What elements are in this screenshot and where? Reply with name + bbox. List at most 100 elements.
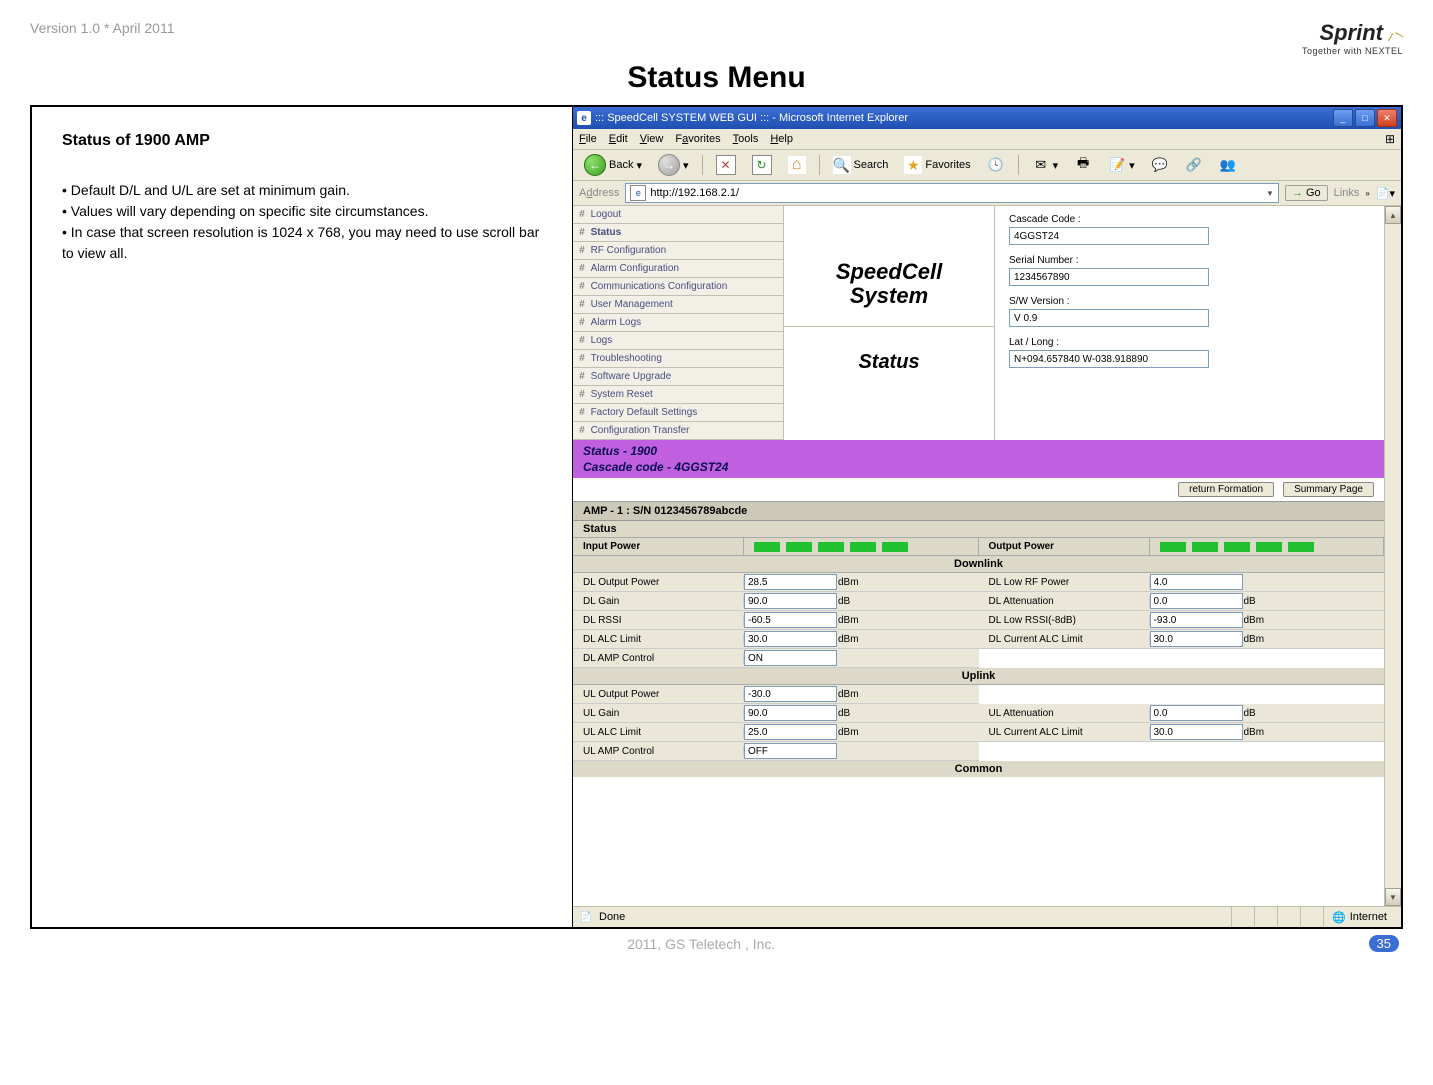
nav-logs[interactable]: #Logs <box>573 332 783 350</box>
output-power-label: Output Power <box>979 538 1150 555</box>
latlong-input[interactable] <box>1009 350 1209 368</box>
ie-icon: e <box>577 111 591 125</box>
menu-view[interactable]: View <box>640 133 664 145</box>
dl-left-input-4[interactable] <box>744 650 837 666</box>
close-button[interactable]: ✕ <box>1377 109 1397 127</box>
forward-button[interactable]: → ▾ <box>653 153 694 177</box>
links-label[interactable]: Links <box>1334 187 1360 199</box>
address-input[interactable]: e http://192.168.2.1/ ▼ <box>625 183 1279 203</box>
summary-page-button[interactable]: Summary Page <box>1283 482 1374 497</box>
nav-rf-config[interactable]: #RF Configuration <box>573 242 783 260</box>
messenger-button[interactable]: 👥 <box>1214 153 1242 177</box>
scroll-up-icon[interactable]: ▲ <box>1385 206 1401 224</box>
dl-left-unit-2: dBm <box>834 615 876 626</box>
minimize-button[interactable]: _ <box>1333 109 1353 127</box>
research-button[interactable]: 🔗 <box>1180 153 1208 177</box>
ul-left-row-3: UL AMP Control <box>573 742 979 761</box>
dl-right-label-2: DL Low RSSI(-8dB) <box>979 615 1150 626</box>
dl-right-input-3[interactable] <box>1150 631 1243 647</box>
dl-right-label-3: DL Current ALC Limit <box>979 634 1150 645</box>
nav-alarm-config[interactable]: #Alarm Configuration <box>573 260 783 278</box>
dl-left-row-0: DL Output PowerdBm <box>573 573 979 592</box>
page-title: Status Menu <box>30 61 1403 95</box>
serial-input[interactable] <box>1009 268 1209 286</box>
ul-left-input-2[interactable] <box>744 724 837 740</box>
ul-left-input-3[interactable] <box>744 743 837 759</box>
nav-alarm-logs[interactable]: #Alarm Logs <box>573 314 783 332</box>
latlong-label: Lat / Long : <box>1009 337 1370 348</box>
nav-comm-config[interactable]: #Communications Configuration <box>573 278 783 296</box>
ul-right-label-1: UL Attenuation <box>979 708 1150 719</box>
nav-factory-default[interactable]: #Factory Default Settings <box>573 404 783 422</box>
toolbar: ←Back ▾ → ▾ ✕ ↻ ⌂ 🔍Search ★Favorites 🕓 ✉… <box>573 150 1401 181</box>
ul-right-unit-2: dBm <box>1240 727 1282 738</box>
dl-right-input-0[interactable] <box>1150 574 1243 590</box>
scroll-down-icon[interactable]: ▼ <box>1385 888 1401 906</box>
maximize-button[interactable]: □ <box>1355 109 1375 127</box>
dl-left-label-0: DL Output Power <box>573 577 744 588</box>
dl-left-unit-1: dB <box>834 596 876 607</box>
home-button[interactable]: ⌂ <box>783 153 811 177</box>
address-dropdown-icon[interactable]: ▼ <box>1266 189 1274 198</box>
menu-file[interactable]: File <box>579 133 597 145</box>
dl-left-input-1[interactable] <box>744 593 837 609</box>
nav-troubleshoot[interactable]: #Troubleshooting <box>573 350 783 368</box>
status-subheader: Status <box>573 521 1384 538</box>
dl-left-input-0[interactable] <box>744 574 837 590</box>
sw-label: S/W Version : <box>1009 296 1370 307</box>
links-expand-icon[interactable]: » <box>1365 189 1369 198</box>
amp-header: AMP - 1 : S/N 0123456789abcde <box>573 501 1384 521</box>
print-button[interactable]: 🖶 <box>1069 153 1097 177</box>
search-button[interactable]: 🔍Search <box>828 153 894 177</box>
discuss-button[interactable]: 💬 <box>1146 153 1174 177</box>
ul-right-input-1[interactable] <box>1150 705 1243 721</box>
ul-right-input-2[interactable] <box>1150 724 1243 740</box>
nav-status[interactable]: #Status <box>573 224 783 242</box>
back-button[interactable]: ←Back ▾ <box>579 153 647 177</box>
serial-label: Serial Number : <box>1009 255 1370 266</box>
return-formation-button[interactable]: return Formation <box>1178 482 1274 497</box>
product-name: SpeedCellSystem <box>836 248 942 326</box>
popup-icon[interactable]: 📄▾ <box>1376 187 1395 200</box>
favorites-button[interactable]: ★Favorites <box>899 153 975 177</box>
menu-help[interactable]: Help <box>770 133 793 145</box>
uplink-title: Uplink <box>573 668 1384 685</box>
ul-right-label-2: UL Current ALC Limit <box>979 727 1150 738</box>
refresh-button[interactable]: ↻ <box>747 153 777 177</box>
edit-button[interactable]: 📝▾ <box>1103 153 1140 177</box>
page-label: Status <box>784 326 994 398</box>
status-bar: 📄 Done 🌐Internet <box>573 906 1401 927</box>
menu-tools[interactable]: Tools <box>733 133 759 145</box>
stop-button[interactable]: ✕ <box>711 153 741 177</box>
dl-left-label-4: DL AMP Control <box>573 653 744 664</box>
ul-left-input-0[interactable] <box>744 686 837 702</box>
sw-input[interactable] <box>1009 309 1209 327</box>
nav-sys-reset[interactable]: #System Reset <box>573 386 783 404</box>
window-titlebar: e ::: SpeedCell SYSTEM WEB GUI ::: - Mic… <box>573 107 1401 129</box>
left-text-column: Status of 1900 AMP • Default D/L and U/L… <box>32 107 572 927</box>
nav-sw-upgrade[interactable]: #Software Upgrade <box>573 368 783 386</box>
dl-right-label-0: DL Low RF Power <box>979 577 1150 588</box>
dl-right-input-1[interactable] <box>1150 593 1243 609</box>
ul-left-input-1[interactable] <box>744 705 837 721</box>
menu-favorites[interactable]: Favorites <box>675 133 720 145</box>
nav-config-transfer[interactable]: #Configuration Transfer <box>573 422 783 440</box>
section-heading: Status of 1900 AMP <box>62 132 542 150</box>
dl-left-input-2[interactable] <box>744 612 837 628</box>
ul-left-unit-1: dB <box>834 708 876 719</box>
menu-edit[interactable]: Edit <box>609 133 628 145</box>
dl-right-input-2[interactable] <box>1150 612 1243 628</box>
dl-right-unit-2: dBm <box>1240 615 1282 626</box>
go-button[interactable]: →Go <box>1285 185 1328 201</box>
nav-logout[interactable]: #Logout <box>573 206 783 224</box>
vertical-scrollbar[interactable]: ▲ ▼ <box>1384 206 1401 906</box>
mail-button[interactable]: ✉▾ <box>1027 153 1064 177</box>
history-button[interactable]: 🕓 <box>982 153 1010 177</box>
cascade-input[interactable] <box>1009 227 1209 245</box>
dl-left-input-3[interactable] <box>744 631 837 647</box>
url-text: http://192.168.2.1/ <box>650 187 739 199</box>
bullet-3: • In case that screen resolution is 1024… <box>62 222 542 264</box>
nav-user-mgmt[interactable]: #User Management <box>573 296 783 314</box>
bullet-1: • Default D/L and U/L are set at minimum… <box>62 180 542 201</box>
version-text: Version 1.0 * April 2011 <box>30 20 175 36</box>
